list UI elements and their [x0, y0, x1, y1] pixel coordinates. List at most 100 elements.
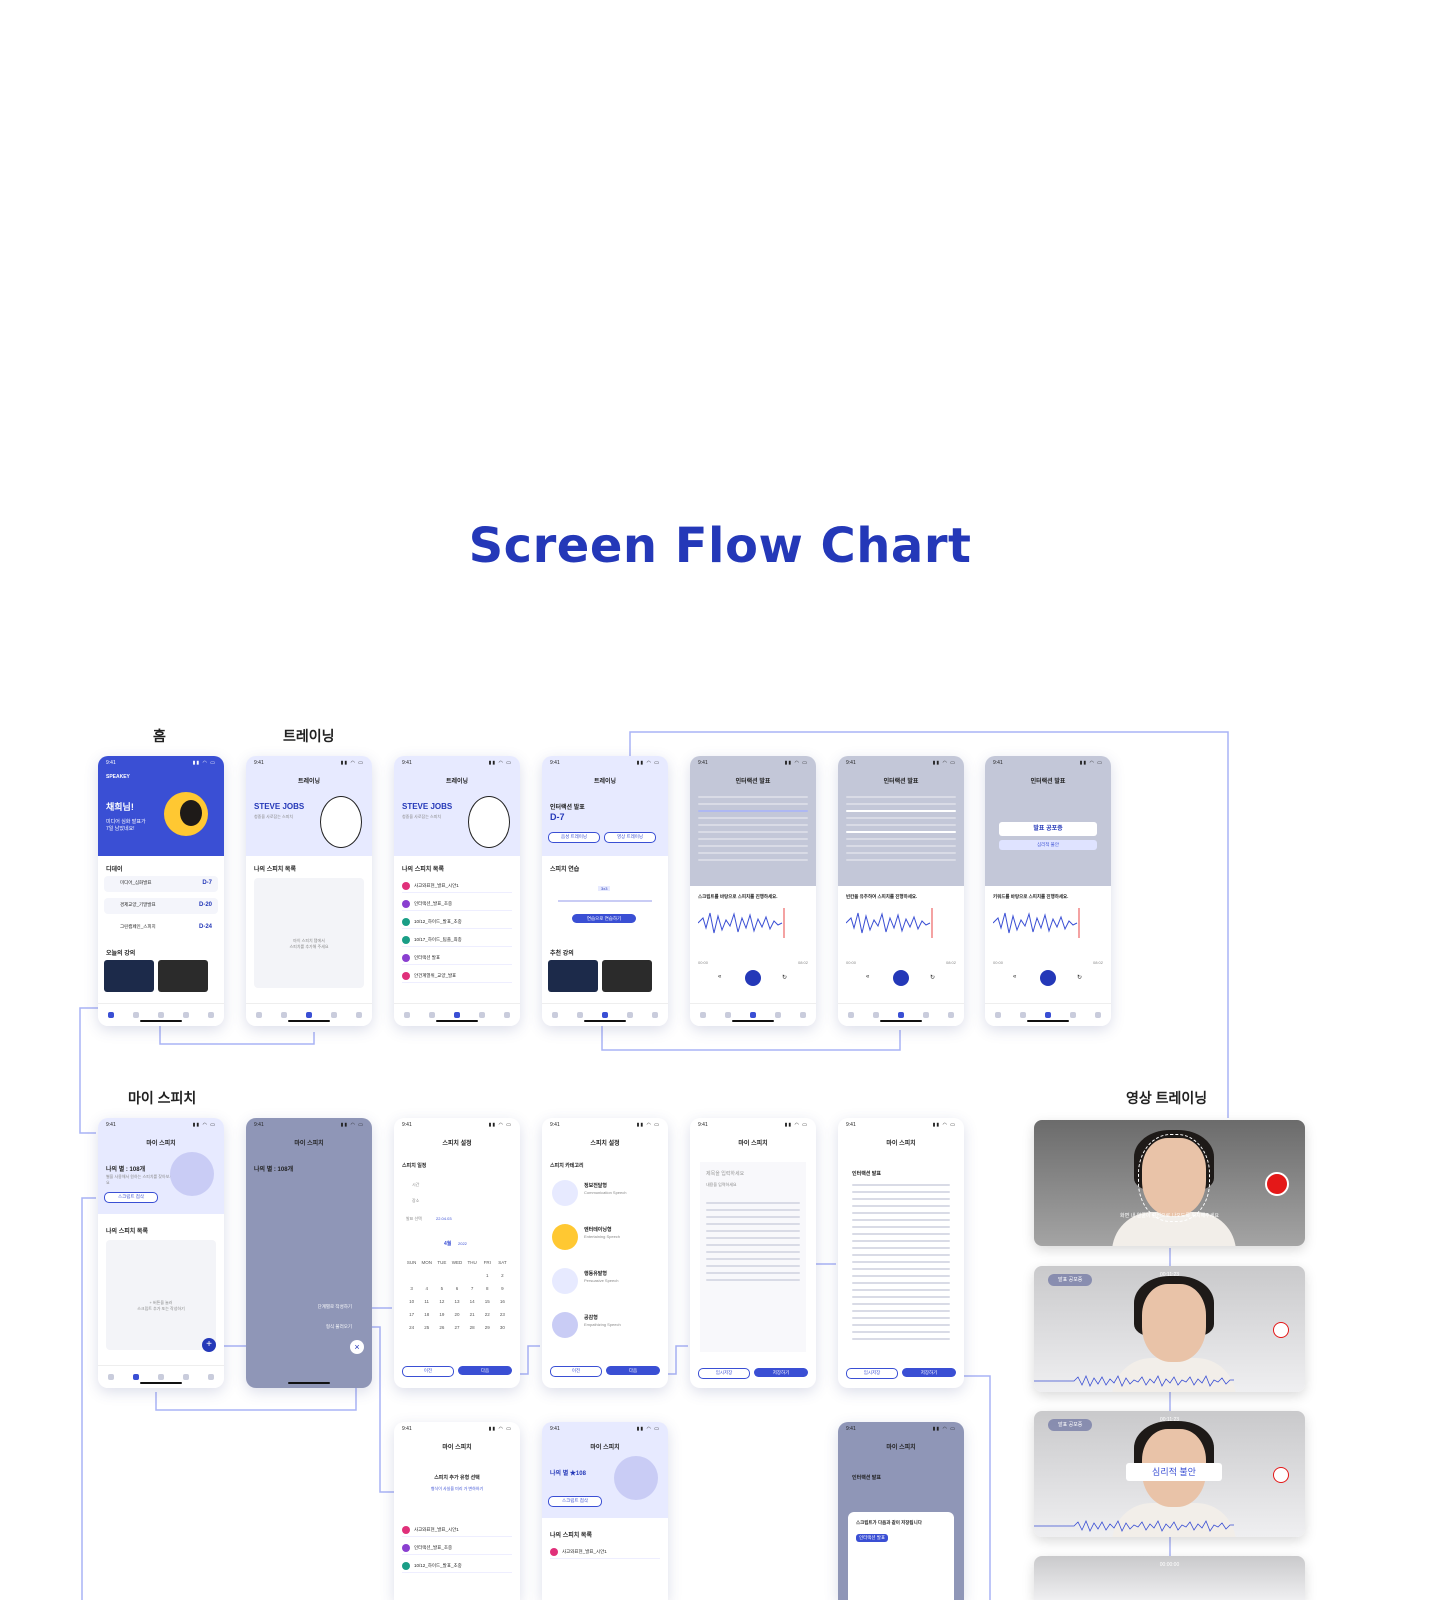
dday-card[interactable]: 미디어_심화발표 D-7 — [104, 876, 218, 892]
stop-button[interactable] — [1273, 1322, 1289, 1338]
calendar-day[interactable]: 5 — [434, 1286, 449, 1291]
add-button[interactable]: + — [202, 1338, 216, 1352]
video-frame-3: 발표 공포증 00:11:23 심리적 불안 — [1034, 1411, 1305, 1537]
calendar-day[interactable]: 4 — [419, 1286, 434, 1291]
guide-text: 키워드를 바탕으로 스피치를 진행하세요. — [993, 894, 1069, 899]
record-button[interactable] — [1265, 1172, 1289, 1196]
next-button[interactable]: 다음 — [458, 1366, 512, 1375]
brand-logo: SPEAKEY — [106, 774, 130, 780]
calendar-day[interactable]: 12 — [434, 1299, 449, 1304]
close-icon[interactable]: × — [350, 1340, 364, 1354]
calendar-day[interactable]: 3 — [404, 1286, 419, 1291]
list-item[interactable]: 10/12_하이드_발표_초중 — [402, 916, 512, 929]
calendar-day[interactable]: 23 — [495, 1312, 510, 1317]
calendar-day[interactable]: 24 — [404, 1325, 419, 1330]
list-item[interactable]: 사고와표현_발표_시안1 — [550, 1546, 660, 1559]
title-input[interactable]: 제목을 입력하세요 — [706, 1170, 744, 1177]
lecture-thumbnail[interactable] — [158, 960, 208, 992]
calendar-day[interactable]: 26 — [434, 1325, 449, 1330]
calendar-day[interactable]: 28 — [465, 1325, 480, 1330]
calendar-day[interactable]: 25 — [419, 1325, 434, 1330]
prev-button[interactable]: 이전 — [402, 1366, 454, 1377]
mic-button[interactable] — [893, 970, 909, 986]
temp-save-button[interactable]: 임시저장 — [846, 1368, 898, 1379]
hero-sub: 청중을 사로잡는 스피치 — [402, 814, 442, 819]
tab-bar[interactable] — [98, 1003, 224, 1026]
calendar-day[interactable]: 30 — [495, 1325, 510, 1330]
mic-button[interactable] — [745, 970, 761, 986]
save-button[interactable]: 저장하기 — [754, 1368, 808, 1377]
calendar-day[interactable]: 19 — [434, 1312, 449, 1317]
lecture-thumbnail[interactable] — [548, 960, 598, 992]
page-title: Screen Flow Chart — [468, 518, 972, 574]
list-item[interactable]: 인터랙션_발표_초중 — [402, 898, 512, 911]
speech-title: 인터랙션 발표 — [852, 1475, 881, 1481]
refresh-icon[interactable]: ↻ — [1077, 974, 1082, 981]
timecode: 00:11:23 — [1159, 1417, 1180, 1423]
calendar-day[interactable]: 10 — [404, 1299, 419, 1304]
screen-script-full: 9:41 ▮▮ ◠ ▭ 인터랙션 발표 스크립트를 바탕으로 스피치를 진행하세요… — [690, 756, 816, 1026]
calendar-day[interactable]: 15 — [480, 1299, 495, 1304]
empty-state: 마이 스피치 탭에서 스피치를 추가해 주세요 — [254, 878, 364, 988]
category-name[interactable]: 행동유발형 — [584, 1270, 607, 1277]
temp-save-button[interactable]: 임시저장 — [698, 1368, 750, 1379]
stop-button[interactable] — [1273, 1467, 1289, 1483]
script-edit-button[interactable]: 스크립트 첨삭 — [104, 1192, 158, 1203]
mic-button[interactable] — [1040, 970, 1056, 986]
calendar-day[interactable]: 27 — [449, 1325, 464, 1330]
calendar-day[interactable]: 6 — [449, 1286, 464, 1291]
category-name[interactable]: 엔터테이닝형 — [584, 1226, 612, 1233]
clipboard-illustration — [614, 1456, 658, 1500]
refresh-icon[interactable]: ↻ — [930, 974, 935, 981]
video-training-button[interactable]: 영상 트레이닝 — [604, 832, 656, 843]
calendar-grid[interactable]: SUN MON TUE WED THU FRI SAT 1 2 3 4 5 6 7 8 9 10 11 12 13 14… — [404, 1260, 510, 1330]
list-item[interactable]: 인터랙션 발표 — [402, 952, 512, 965]
list-item[interactable]: 10/12_하이드_발표_초중 — [402, 1560, 512, 1573]
date-field[interactable]: 22.04.03 — [436, 1216, 452, 1221]
list-item[interactable]: 사고와표현_발표_시안1 — [402, 1524, 512, 1537]
calendar-day[interactable]: 9 — [495, 1286, 510, 1291]
list-item[interactable]: 10/17_하이드_팀플_최종 — [402, 934, 512, 947]
menu-template[interactable]: 형식 불러오기 — [326, 1324, 352, 1330]
calendar-day[interactable]: 20 — [449, 1312, 464, 1317]
video-frame-1: 화면 내 얼굴이 점선으로 나오도록 위치해주세요 — [1034, 1120, 1305, 1246]
calendar-day[interactable]: 29 — [480, 1325, 495, 1330]
next-button[interactable]: 다음 — [606, 1366, 660, 1375]
guide-text: 화면 내 얼굴이 점선으로 나오도록 위치해주세요 — [1120, 1213, 1219, 1219]
flow-line-home-to-my — [79, 1007, 124, 1134]
calendar-day[interactable]: 21 — [465, 1312, 480, 1317]
calendar-day[interactable]: 11 — [419, 1299, 434, 1304]
calendar-day[interactable]: 7 — [465, 1286, 480, 1291]
rewind-icon[interactable]: « — [1013, 974, 1016, 980]
list-item[interactable]: 사고와표현_발표_시안1 — [402, 880, 512, 893]
calendar-day[interactable]: 2 — [495, 1273, 510, 1278]
calendar-day[interactable]: 13 — [449, 1299, 464, 1304]
lecture-thumbnail[interactable] — [602, 960, 652, 992]
category-name[interactable]: 정보전달형 — [584, 1182, 607, 1189]
lecture-thumbnail[interactable] — [104, 960, 154, 992]
calendar-day[interactable]: 14 — [465, 1299, 480, 1304]
dday-card[interactable]: 경제교양_기말발표 D-20 — [104, 898, 218, 914]
calendar-day[interactable]: 16 — [495, 1299, 510, 1304]
prev-button[interactable]: 이전 — [550, 1366, 602, 1377]
refresh-icon[interactable]: ↻ — [782, 974, 787, 981]
calendar-day[interactable]: 17 — [404, 1312, 419, 1317]
calendar-day[interactable]: 1 — [480, 1273, 495, 1278]
save-button[interactable]: 저장하기 — [902, 1368, 956, 1377]
level-slider[interactable] — [558, 900, 652, 902]
list-item[interactable]: 인터랙션_발표_초중 — [402, 1542, 512, 1555]
menu-stepwise[interactable]: 단계별로 작성하기 — [318, 1304, 352, 1310]
section-label-training: 트레이닝 — [283, 728, 335, 744]
start-practice-button[interactable]: 연습으로 연습하기 — [572, 914, 636, 923]
rewind-icon[interactable]: « — [718, 974, 721, 980]
editor-area[interactable]: 제목을 입력하세요 내용을 입력하세요 — [700, 1162, 806, 1352]
calendar-day[interactable]: 18 — [419, 1312, 434, 1317]
calendar-day[interactable]: 8 — [480, 1286, 495, 1291]
voice-training-button[interactable]: 음성 트레이닝 — [548, 832, 600, 843]
calendar-day[interactable]: 22 — [480, 1312, 495, 1317]
category-name[interactable]: 공감형 — [584, 1314, 598, 1321]
dday-card[interactable]: 그린캠페인_스피치 D-24 — [104, 920, 218, 936]
script-edit-button[interactable]: 스크립트 첨삭 — [548, 1496, 602, 1507]
list-item[interactable]: 안건계열위_교양_발표 — [402, 970, 512, 983]
rewind-icon[interactable]: « — [866, 974, 869, 980]
